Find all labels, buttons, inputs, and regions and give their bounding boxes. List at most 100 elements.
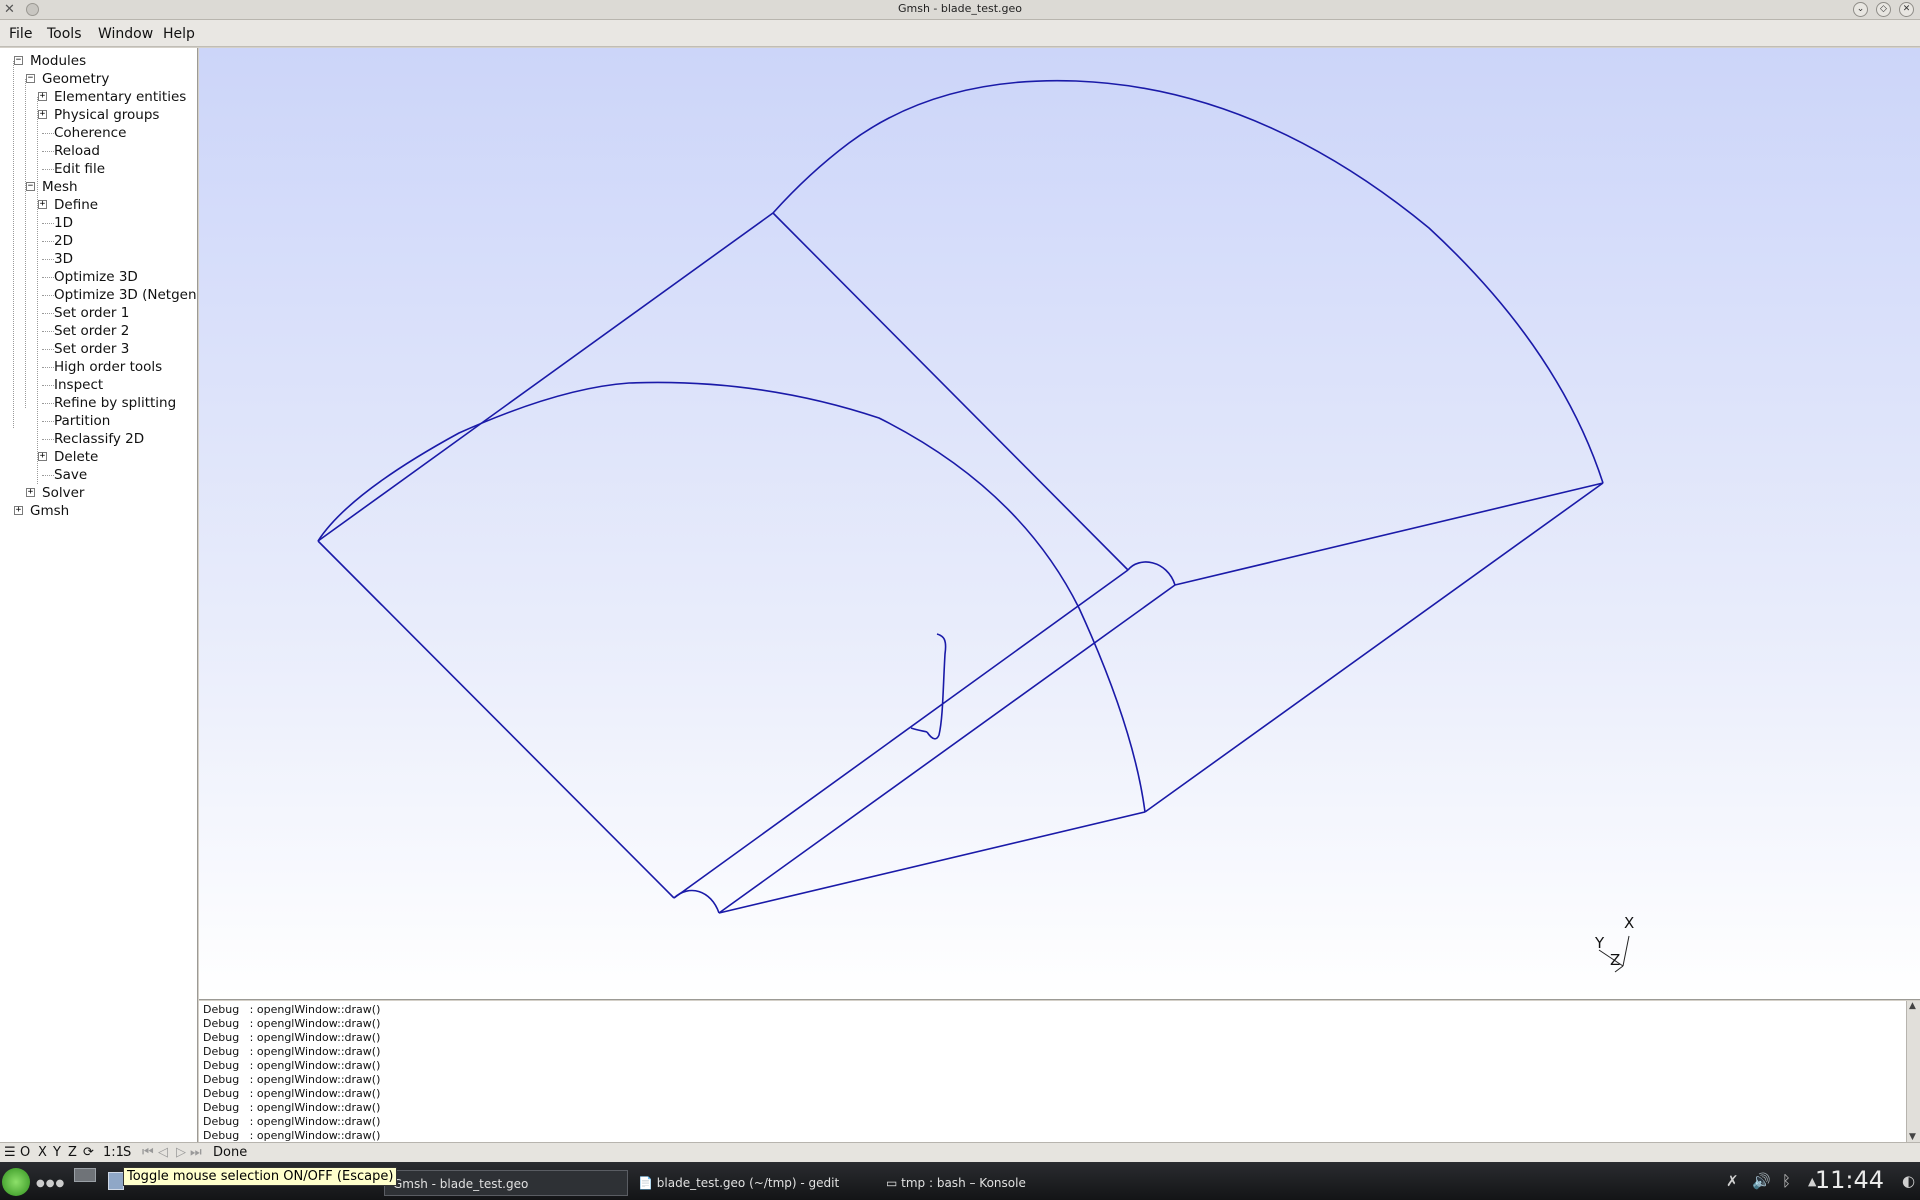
console-line: Debug : openglWindow::draw() <box>203 1017 381 1030</box>
console-line: Debug : openglWindow::draw() <box>203 1031 381 1044</box>
tree-item-geometry-coherence[interactable]: Coherence <box>54 124 126 142</box>
pager-icon[interactable]: ●●● <box>36 1178 65 1189</box>
edge-hub-arc-top <box>1127 561 1176 586</box>
select-s-button[interactable]: S <box>123 1145 131 1160</box>
quick-menu-icon[interactable]: ☰ <box>4 1145 16 1160</box>
tree-item-solver[interactable]: Solver <box>42 484 84 502</box>
console-line: Debug : openglWindow::draw() <box>203 1045 381 1058</box>
tree-connector <box>42 169 54 170</box>
tree-connector <box>42 331 54 332</box>
first-step-icon[interactable]: ⏮ <box>142 1145 154 1160</box>
menu-file[interactable]: File <box>9 26 32 42</box>
menu-help[interactable]: Help <box>163 26 195 42</box>
task-gmsh-label: Gmsh - blade_test.geo <box>393 1177 529 1191</box>
tree-item-mesh-delete[interactable]: Delete <box>54 448 98 466</box>
menu-window[interactable]: Window <box>98 26 153 42</box>
close-button[interactable]: ✕ <box>1899 2 1914 17</box>
minimize-button[interactable]: ⌄ <box>1853 2 1868 17</box>
view-o-button[interactable]: O <box>20 1145 30 1160</box>
tree-item-modules[interactable]: Modules <box>30 52 86 70</box>
edge-left-lower <box>317 540 675 899</box>
file-manager-icon[interactable] <box>108 1172 124 1190</box>
start-menu-icon[interactable] <box>2 1168 30 1196</box>
tree-toggle-icon[interactable]: − <box>26 182 35 191</box>
view-x-button[interactable]: X <box>38 1145 47 1160</box>
tree-item-geometry-elementary-entities[interactable]: Elementary entities <box>54 88 186 106</box>
tree-toggle-icon[interactable]: + <box>38 92 47 101</box>
tree-toggle-icon[interactable]: + <box>26 488 35 497</box>
tree-item-mesh[interactable]: Mesh <box>42 178 78 196</box>
status-bar: ☰ O X Y Z ⟳ 1:1 S ⏮ ◁ ▷ ⏭ Done <box>0 1142 1920 1162</box>
edge-small-curve-tail <box>910 727 928 733</box>
power-icon[interactable]: ◐ <box>1902 1172 1915 1190</box>
tree-item-mesh-optimize-3d-netgen[interactable]: Optimize 3D (Netgen <box>54 286 197 304</box>
tree-item-mesh-optimize-3d[interactable]: Optimize 3D <box>54 268 138 286</box>
view-y-button[interactable]: Y <box>53 1145 61 1160</box>
console-line: Debug : openglWindow::draw() <box>203 1115 381 1128</box>
tree-item-mesh-partition[interactable]: Partition <box>54 412 110 430</box>
tree-item-mesh-3d[interactable]: 3D <box>54 250 73 268</box>
bluetooth-icon[interactable]: ᛒ <box>1782 1172 1791 1190</box>
tree-toggle-icon[interactable]: − <box>26 74 35 83</box>
console-line: Debug : openglWindow::draw() <box>203 1059 381 1072</box>
tree-connector <box>42 223 54 224</box>
desktop-icon[interactable] <box>74 1168 96 1182</box>
tree-item-mesh-set-order-2[interactable]: Set order 2 <box>54 322 129 340</box>
scroll-up-icon[interactable]: ▲ <box>1909 1001 1916 1011</box>
tree-connector <box>37 97 38 484</box>
tree-connector <box>42 349 54 350</box>
task-gedit[interactable]: 📄 blade_test.geo (~/tmp) - gedit <box>638 1170 839 1196</box>
tooltip: Toggle mouse selection ON/OFF (Escape) <box>123 1167 398 1186</box>
geometry-canvas[interactable]: X Y Z <box>199 48 1920 1000</box>
console-scrollbar[interactable]: ▲ ▼ <box>1906 1001 1920 1142</box>
tree-item-geometry[interactable]: Geometry <box>42 70 109 88</box>
tree-toggle-icon[interactable]: + <box>38 200 47 209</box>
tree-toggle-icon[interactable]: + <box>14 506 23 515</box>
tree-item-mesh-refine-by-splitting[interactable]: Refine by splitting <box>54 394 176 412</box>
tree-item-geometry-reload[interactable]: Reload <box>54 142 100 160</box>
tree-connector <box>42 475 54 476</box>
rotate-icon[interactable]: ⟳ <box>83 1145 94 1160</box>
window-titlebar: ✕ Gmsh - blade_test.geo ⌄ ◇ ✕ <box>0 0 1920 20</box>
tree-item-mesh-2d[interactable]: 2D <box>54 232 73 250</box>
console-line: Debug : openglWindow::draw() <box>203 1087 381 1100</box>
tree-connector <box>42 367 54 368</box>
scroll-down-icon[interactable]: ▼ <box>1909 1132 1916 1142</box>
tree-connector <box>25 79 26 408</box>
clock[interactable]: 11:44 <box>1815 1166 1884 1194</box>
play-icon[interactable]: ▷ <box>176 1145 186 1160</box>
tree-item-mesh-set-order-3[interactable]: Set order 3 <box>54 340 129 358</box>
tree-item-geometry-edit-file[interactable]: Edit file <box>54 160 105 178</box>
maximize-button[interactable]: ◇ <box>1876 2 1891 17</box>
window-title: Gmsh - blade_test.geo <box>897 2 1023 15</box>
tree-item-gmsh[interactable]: Gmsh <box>30 502 69 520</box>
tree-item-mesh-1d[interactable]: 1D <box>54 214 73 232</box>
task-konsole[interactable]: ▭ tmp : bash – Konsole <box>886 1170 1026 1196</box>
tree-item-mesh-inspect[interactable]: Inspect <box>54 376 103 394</box>
task-gmsh[interactable]: Gmsh - blade_test.geo <box>384 1170 628 1196</box>
edge-right-lower <box>1144 482 1604 813</box>
scale-button[interactable]: 1:1 <box>103 1145 124 1160</box>
tree-item-mesh-high-order-tools[interactable]: High order tools <box>54 358 162 376</box>
tree-toggle-icon[interactable]: + <box>38 452 47 461</box>
tree-item-mesh-set-order-1[interactable]: Set order 1 <box>54 304 129 322</box>
tree-toggle-icon[interactable]: − <box>14 56 23 65</box>
prev-step-icon[interactable]: ◁ <box>158 1145 168 1160</box>
tree-toggle-icon[interactable]: + <box>38 110 47 119</box>
volume-icon[interactable]: 🔊 <box>1752 1172 1771 1190</box>
graphic-window[interactable]: X Y Z <box>199 48 1920 1000</box>
tree-item-mesh-reclassify-2d[interactable]: Reclassify 2D <box>54 430 144 448</box>
message-console[interactable]: Debug : openglWindow::draw() Debug : open… <box>199 1001 1920 1142</box>
tree-item-mesh-define[interactable]: Define <box>54 196 98 214</box>
network-icon[interactable]: ✗ <box>1726 1172 1739 1190</box>
edge-left-diagonal <box>317 212 774 542</box>
menu-tools[interactable]: Tools <box>47 26 82 42</box>
tree-item-mesh-save[interactable]: Save <box>54 466 87 484</box>
last-step-icon[interactable]: ⏭ <box>190 1145 202 1160</box>
tree-connector <box>42 151 54 152</box>
view-z-button[interactable]: Z <box>68 1145 77 1160</box>
task-konsole-label: tmp : bash – Konsole <box>901 1176 1026 1190</box>
module-tree: − Modules − Geometry + Elementary entities + Ph… <box>0 48 198 1144</box>
tree-item-geometry-physical-groups[interactable]: Physical groups <box>54 106 159 124</box>
edge-bottom <box>718 811 1146 914</box>
